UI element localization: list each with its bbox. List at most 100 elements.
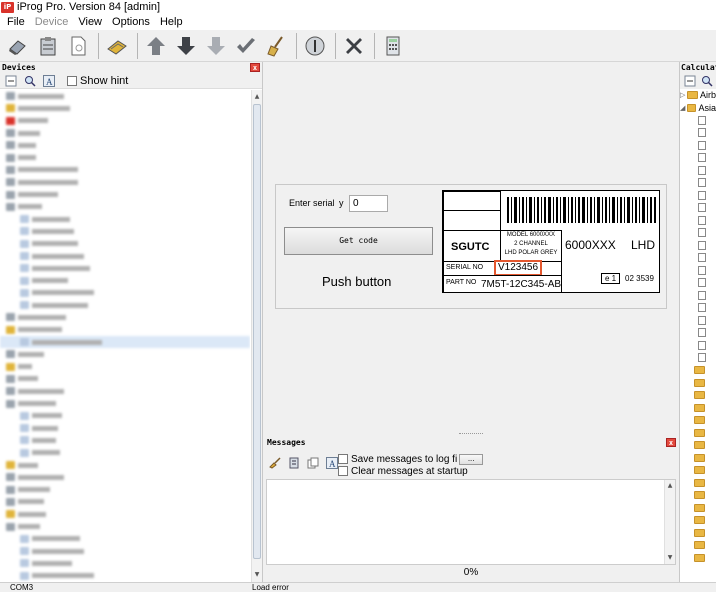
check-icon[interactable] <box>232 32 260 60</box>
calc-tree-item[interactable] <box>680 427 716 440</box>
search-icon[interactable] <box>701 75 713 88</box>
tree-item[interactable] <box>0 348 250 360</box>
font-icon[interactable]: A <box>325 456 339 469</box>
tree-item[interactable] <box>0 90 250 102</box>
search-icon[interactable] <box>23 74 37 87</box>
tree-item[interactable] <box>0 201 250 213</box>
calc-tree-item[interactable] <box>680 489 716 502</box>
tree-item[interactable] <box>0 238 250 250</box>
splitter-grip[interactable] <box>459 433 483 435</box>
tree-item[interactable] <box>0 557 250 569</box>
calculator-icon[interactable] <box>379 32 407 60</box>
calc-tree-item[interactable] <box>680 414 716 427</box>
calc-tree-item[interactable] <box>680 464 716 477</box>
calc-tree-item[interactable] <box>680 402 716 415</box>
calc-tree-item[interactable] <box>680 152 716 165</box>
tree-item[interactable] <box>0 508 250 520</box>
scroll-up-arrow-icon[interactable]: ▲ <box>252 92 262 102</box>
eraser-icon[interactable] <box>4 32 32 60</box>
devices-scrollbar[interactable]: ▲ ▼ <box>251 90 262 582</box>
tree-item[interactable] <box>0 410 250 422</box>
scroll-thumb[interactable] <box>253 104 261 559</box>
tree-item[interactable] <box>0 139 250 151</box>
menu-help[interactable]: Help <box>155 16 188 28</box>
broom-icon[interactable] <box>262 32 290 60</box>
calc-tree-item[interactable] <box>680 302 716 315</box>
scroll-down-arrow-icon[interactable]: ▼ <box>665 553 675 563</box>
calc-tree-item[interactable] <box>680 227 716 240</box>
tree-item[interactable] <box>0 102 250 114</box>
serial-input[interactable]: 0 <box>349 195 388 212</box>
checkbox-box[interactable] <box>338 466 348 476</box>
calc-tree-item[interactable] <box>680 552 716 565</box>
menu-options[interactable]: Options <box>107 16 155 28</box>
tree-item[interactable] <box>0 262 250 274</box>
calc-tree-item[interactable] <box>680 389 716 402</box>
tree-item[interactable] <box>0 545 250 557</box>
calc-tree-item[interactable] <box>680 127 716 140</box>
calc-tree-item[interactable] <box>680 539 716 552</box>
device-tree[interactable] <box>0 90 250 582</box>
calc-tree-item[interactable] <box>680 252 716 265</box>
calc-tree-item[interactable] <box>680 527 716 540</box>
tree-item[interactable] <box>0 496 250 508</box>
calc-tree-item[interactable] <box>680 339 716 352</box>
calc-tree-item[interactable] <box>680 477 716 490</box>
tree-item[interactable] <box>0 287 250 299</box>
calc-tree-item[interactable] <box>680 377 716 390</box>
calc-tree-item[interactable] <box>680 277 716 290</box>
calc-tree-item[interactable] <box>680 364 716 377</box>
calc-tree-item[interactable] <box>680 114 716 127</box>
menu-file[interactable]: File <box>2 16 30 28</box>
menu-device[interactable]: Device <box>30 16 74 28</box>
calc-tree-item[interactable] <box>680 202 716 215</box>
chip-icon[interactable] <box>103 32 131 60</box>
tree-item[interactable] <box>0 213 250 225</box>
checkbox-box[interactable] <box>67 75 77 86</box>
tree-item[interactable] <box>0 533 250 545</box>
info-circle-icon[interactable] <box>301 32 329 60</box>
tree-item[interactable] <box>0 570 250 582</box>
tree-item[interactable] <box>0 422 250 434</box>
calc-tree-item[interactable] <box>680 327 716 340</box>
save-log-checkbox[interactable]: Save messages to log fi... <box>338 453 484 465</box>
clear-startup-checkbox[interactable]: Clear messages at startup <box>338 465 483 477</box>
tree-item[interactable] <box>0 447 250 459</box>
arrow-down-icon[interactable] <box>172 32 200 60</box>
tree-item[interactable] <box>0 471 250 483</box>
messages-log[interactable]: ▲ ▼ <box>266 479 676 565</box>
tree-item[interactable] <box>0 385 250 397</box>
tree-item[interactable] <box>0 361 250 373</box>
tree-item[interactable] <box>0 176 250 188</box>
tree-item[interactable] <box>0 335 250 349</box>
calc-tree-item[interactable] <box>680 352 716 365</box>
document-icon[interactable] <box>64 32 92 60</box>
tree-item[interactable] <box>0 164 250 176</box>
tree-item[interactable] <box>0 373 250 385</box>
get-code-button[interactable]: Get code <box>284 227 433 255</box>
calc-tree-item[interactable] <box>680 314 716 327</box>
scroll-down-arrow-icon[interactable]: ▼ <box>252 570 262 580</box>
scroll-up-arrow-icon[interactable]: ▲ <box>665 481 675 491</box>
tree-item[interactable] <box>0 324 250 336</box>
calc-tree-item[interactable] <box>680 502 716 515</box>
close-x-icon[interactable] <box>340 32 368 60</box>
show-hint-checkbox[interactable]: Show hint <box>67 75 128 87</box>
tree-item[interactable] <box>0 115 250 127</box>
tree-item[interactable] <box>0 274 250 286</box>
tree-item[interactable] <box>0 520 250 532</box>
close-icon[interactable]: x <box>666 438 676 447</box>
checkbox-box[interactable] <box>338 454 348 464</box>
calc-tree-item[interactable] <box>680 452 716 465</box>
calc-tree-item[interactable] <box>680 164 716 177</box>
calc-tree-item[interactable] <box>680 239 716 252</box>
clipboard-icon[interactable] <box>34 32 62 60</box>
calc-tree-item[interactable] <box>680 264 716 277</box>
calc-tree-item[interactable] <box>680 514 716 527</box>
expand-icon[interactable] <box>4 74 18 87</box>
font-icon[interactable]: A <box>42 74 56 87</box>
messages-scrollbar[interactable]: ▲ ▼ <box>664 480 675 564</box>
calc-tree-item[interactable] <box>680 439 716 452</box>
calc-tree-item[interactable] <box>680 189 716 202</box>
arrow-down-disabled-icon[interactable] <box>202 32 230 60</box>
